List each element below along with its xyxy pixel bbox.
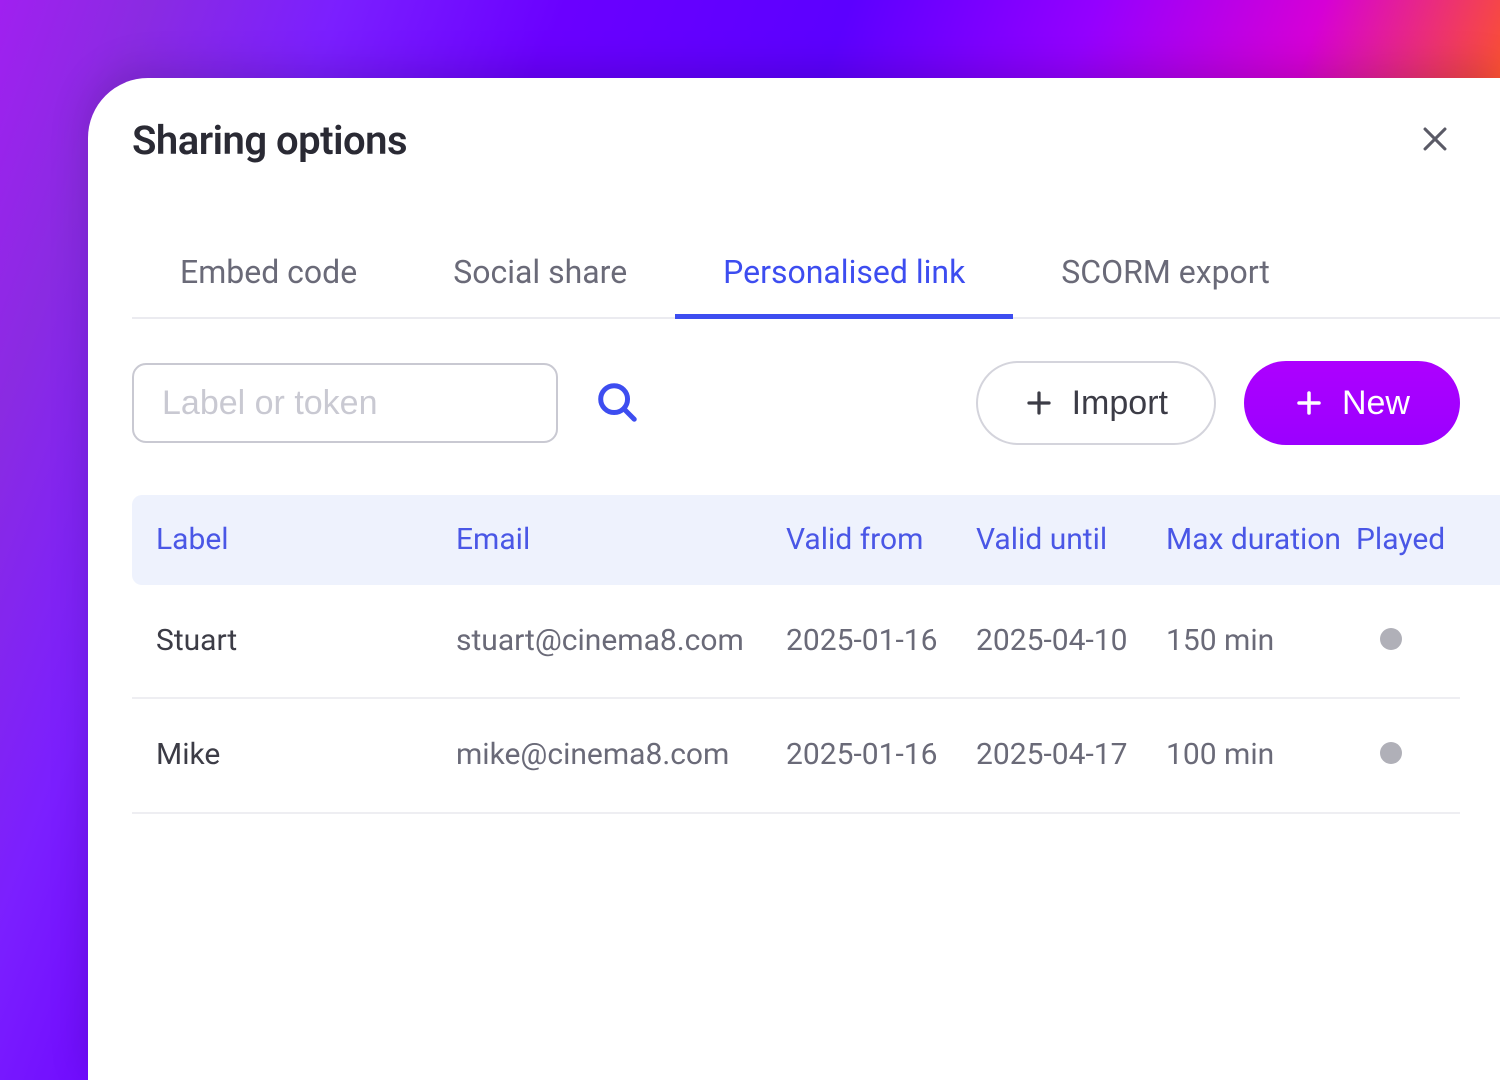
cell-valid-from: 2025-01-16 — [786, 735, 976, 776]
table-row[interactable]: Stuartstuart@cinema8.com2025-01-162025-0… — [132, 585, 1460, 700]
column-header[interactable]: Valid from — [786, 521, 976, 559]
cell-played — [1356, 735, 1456, 776]
played-status-dot — [1380, 742, 1402, 764]
new-button[interactable]: New — [1244, 361, 1460, 445]
plus-icon — [1024, 388, 1054, 418]
cell-valid-from: 2025-01-16 — [786, 621, 976, 662]
close-icon — [1418, 144, 1452, 159]
cell-label: Mike — [156, 735, 456, 776]
tab-embed-code[interactable]: Embed code — [132, 253, 405, 317]
table-header: LabelEmailValid fromValid untilMax durat… — [132, 495, 1500, 585]
new-button-label: New — [1342, 384, 1410, 423]
cell-email: mike@cinema8.com — [456, 735, 786, 776]
search-button[interactable] — [588, 373, 646, 434]
table-row[interactable]: Mikemike@cinema8.com2025-01-162025-04-17… — [132, 699, 1460, 814]
cell-email: stuart@cinema8.com — [456, 621, 786, 662]
column-header[interactable]: Email — [456, 521, 786, 559]
column-header[interactable]: Valid until — [976, 521, 1166, 559]
modal-title: Sharing options — [132, 117, 407, 164]
search-icon — [594, 413, 640, 428]
cell-played — [1356, 621, 1456, 662]
cell-max-duration: 100 min — [1166, 735, 1356, 776]
tab-social-share[interactable]: Social share — [405, 253, 675, 317]
search-group — [132, 363, 646, 443]
cell-max-duration: 150 min — [1166, 621, 1356, 662]
table-body: Stuartstuart@cinema8.com2025-01-162025-0… — [132, 585, 1500, 814]
tab-personalised-link[interactable]: Personalised link — [675, 253, 1013, 317]
plus-icon — [1294, 388, 1324, 418]
sharing-options-modal: Sharing options Embed codeSocial sharePe… — [88, 78, 1500, 1080]
cell-label: Stuart — [156, 621, 456, 662]
search-input[interactable] — [132, 363, 558, 443]
import-button-label: Import — [1072, 384, 1168, 423]
cell-valid-until: 2025-04-17 — [976, 735, 1166, 776]
column-header[interactable]: Label — [156, 521, 456, 559]
column-header[interactable]: Max duration — [1166, 521, 1356, 559]
close-button[interactable] — [1410, 114, 1460, 167]
controls-row: Import New — [132, 361, 1500, 445]
tab-scorm-export[interactable]: SCORM export — [1013, 253, 1318, 317]
import-button[interactable]: Import — [976, 361, 1216, 445]
cell-valid-until: 2025-04-10 — [976, 621, 1166, 662]
played-status-dot — [1380, 628, 1402, 650]
tabs: Embed codeSocial sharePersonalised linkS… — [132, 253, 1500, 319]
links-table: LabelEmailValid fromValid untilMax durat… — [132, 495, 1500, 814]
column-header[interactable]: Played — [1356, 521, 1496, 559]
modal-header: Sharing options — [132, 114, 1500, 167]
